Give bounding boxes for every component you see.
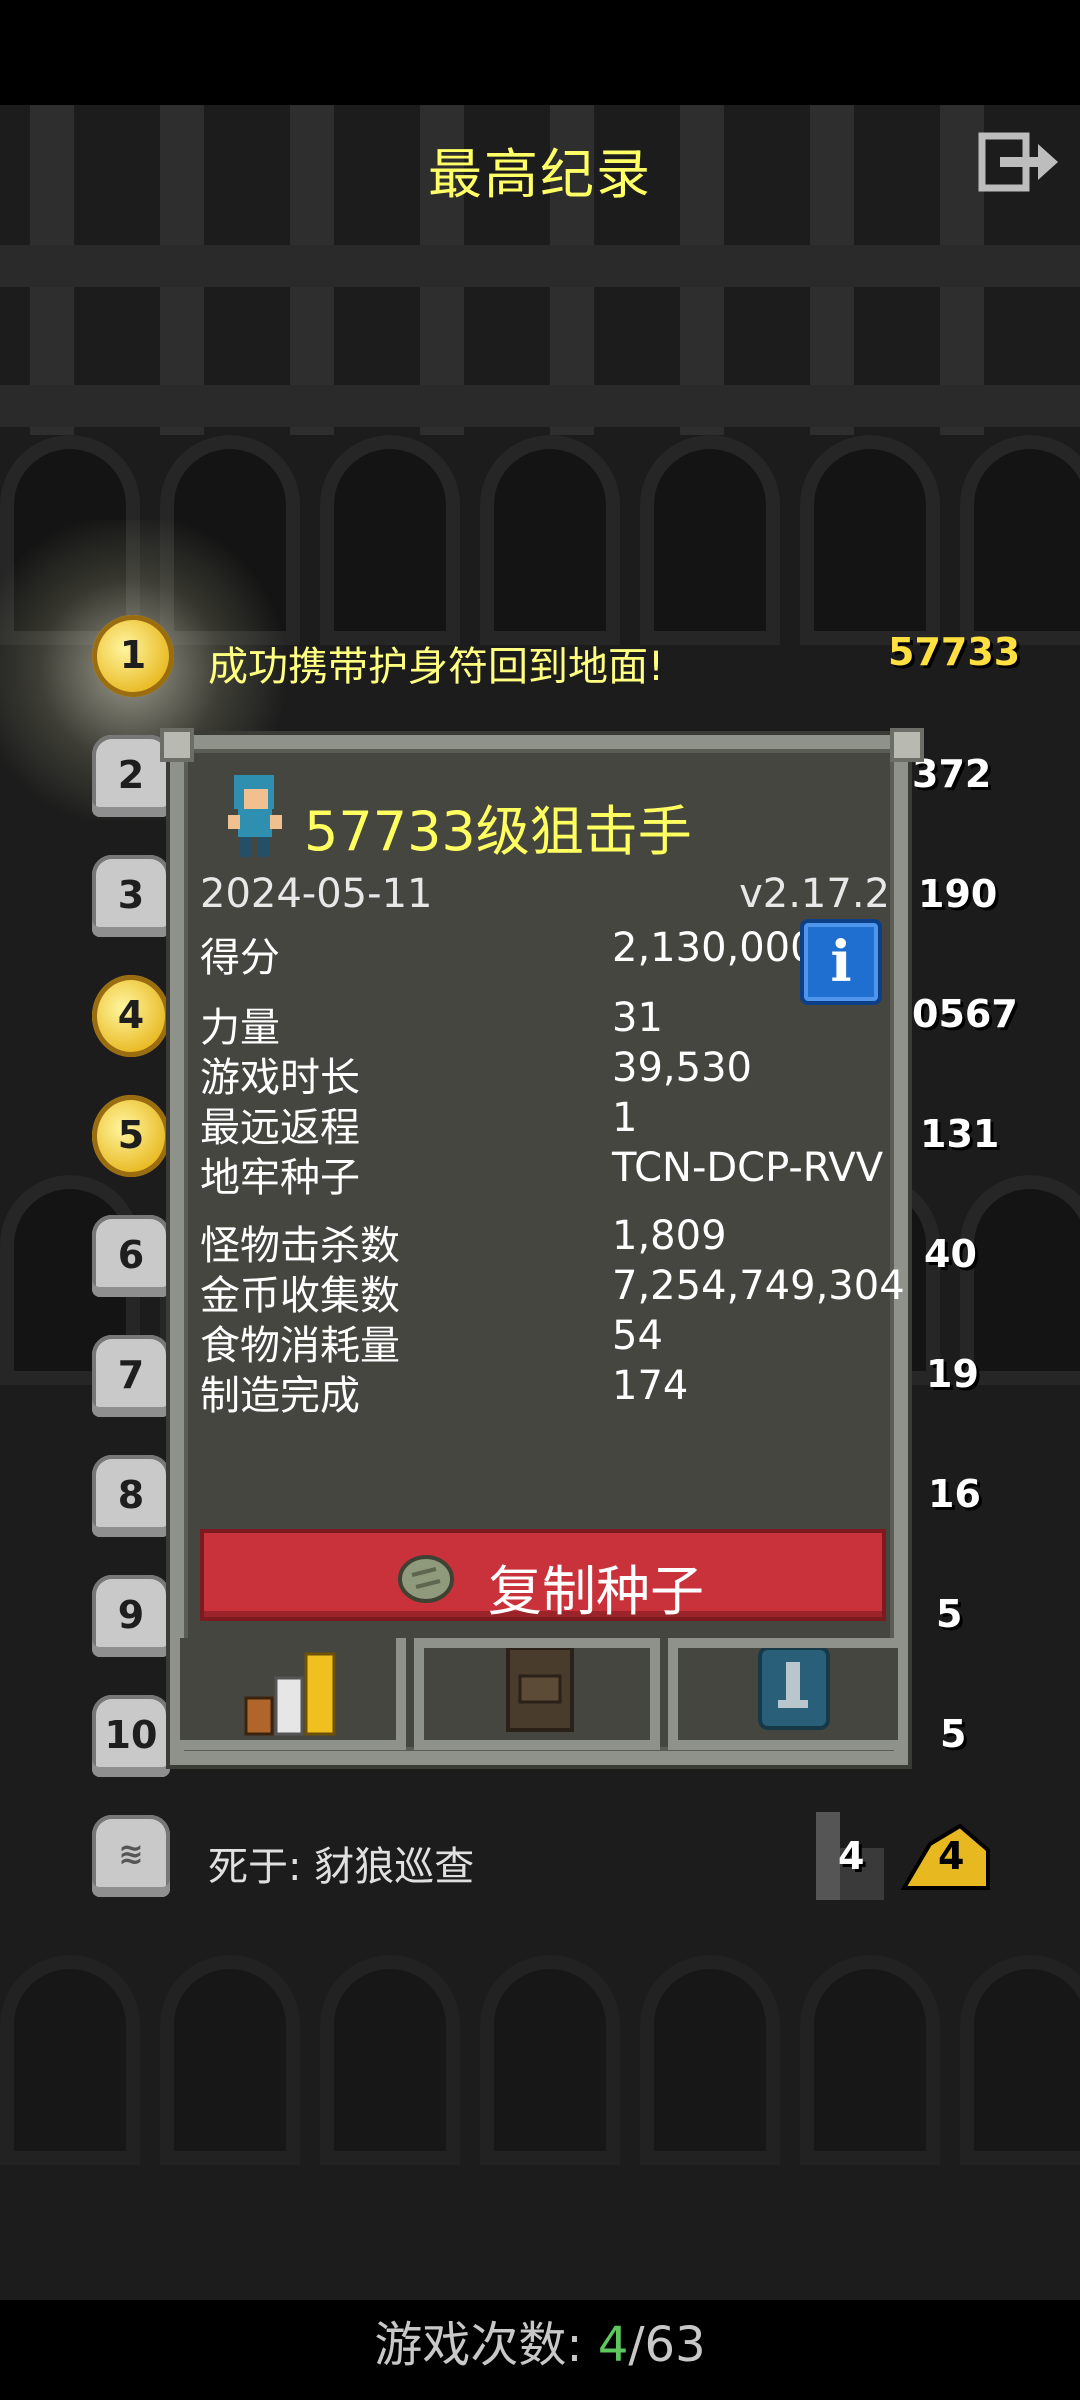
side-score: 5 bbox=[936, 1592, 963, 1636]
rank-badge-6[interactable]: 6 bbox=[92, 1215, 170, 1297]
hero-title: 57733级狙击手 bbox=[304, 800, 692, 863]
rank-badge-8[interactable]: 8 bbox=[92, 1455, 170, 1537]
stat-value-crafted: 174 bbox=[612, 1363, 689, 1409]
score-detail-popup: 57733级狙击手 2024-05-11 v2.17.2 得分 2,130,00… bbox=[170, 735, 908, 1765]
rank-badge-7[interactable]: 7 bbox=[92, 1335, 170, 1417]
side-score: 40 bbox=[924, 1232, 977, 1276]
badge-icon bbox=[758, 1648, 830, 1730]
rank-badge-2[interactable]: 2 bbox=[92, 735, 170, 817]
copy-seed-label: 复制种子 bbox=[488, 1560, 704, 1623]
popup-tab-bar bbox=[0, 1638, 908, 1768]
stat-label-crafted: 制造完成 bbox=[200, 1373, 360, 1419]
stat-value-strength: 31 bbox=[612, 995, 663, 1041]
info-button[interactable]: i bbox=[800, 919, 882, 1005]
game-version: v2.17.2 bbox=[739, 871, 890, 917]
exit-icon[interactable] bbox=[978, 130, 1060, 194]
depth-value: 4 bbox=[838, 1834, 865, 1878]
tab-inventory[interactable] bbox=[414, 1638, 660, 1750]
side-score: 16 bbox=[928, 1472, 981, 1516]
side-score: 19 bbox=[926, 1352, 979, 1396]
entry-description[interactable]: 死于: 豺狼巡查 bbox=[208, 1834, 474, 1892]
stat-value-food: 54 bbox=[612, 1313, 663, 1359]
games-count-current: 4 bbox=[597, 2317, 629, 2373]
games-count-label: 游戏次数: bbox=[374, 2317, 598, 2373]
side-score: 131 bbox=[920, 1112, 1000, 1156]
rank-badge-3[interactable]: 3 bbox=[92, 855, 170, 937]
side-score: 190 bbox=[918, 872, 998, 916]
rank-badge-1[interactable]: 1 bbox=[92, 615, 174, 697]
games-count: 游戏次数: 4/63 bbox=[0, 2305, 1080, 2375]
stat-label-score: 得分 bbox=[200, 935, 280, 981]
rank-badge-4[interactable]: 4 bbox=[92, 975, 170, 1057]
tombstone-icon[interactable]: ≋ bbox=[92, 1815, 170, 1897]
gold-value: 4 bbox=[938, 1834, 965, 1878]
arch-row bbox=[0, 1955, 1080, 2185]
wall-band bbox=[0, 385, 1080, 427]
wall-band bbox=[0, 245, 1080, 287]
game-date: 2024-05-11 bbox=[200, 871, 433, 917]
entry-score: 57733 bbox=[888, 630, 1021, 674]
stat-value-seed: TCN-DCP-RVV bbox=[612, 1145, 884, 1191]
tab-badges[interactable] bbox=[668, 1638, 908, 1750]
page-title: 最高纪录 bbox=[428, 143, 652, 206]
stats-icon bbox=[244, 1652, 336, 1736]
rank-badge-5[interactable]: 5 bbox=[92, 1095, 170, 1177]
stat-value-gold: 7,254,749,304 bbox=[612, 1263, 905, 1309]
stat-label-seed: 地牢种子 bbox=[200, 1155, 360, 1201]
seed-stone-icon bbox=[398, 1555, 454, 1603]
stat-value-duration: 39,530 bbox=[612, 1045, 752, 1091]
side-score: 5 bbox=[940, 1712, 967, 1756]
popup-corner bbox=[890, 728, 924, 762]
backpack-icon bbox=[506, 1648, 574, 1732]
copy-seed-button[interactable]: 复制种子 bbox=[200, 1529, 886, 1623]
stat-value-score: 2,130,000 bbox=[612, 925, 816, 971]
games-count-total: /63 bbox=[628, 2317, 706, 2373]
stat-value-kills: 1,809 bbox=[612, 1213, 727, 1259]
side-score: 0567 bbox=[912, 992, 1018, 1036]
popup-corner bbox=[160, 728, 194, 762]
stat-value-ascent: 1 bbox=[612, 1095, 638, 1141]
huntress-hero-icon bbox=[228, 775, 282, 857]
entry-description[interactable]: 成功携带护身符回到地面! bbox=[208, 634, 664, 692]
tab-stats[interactable] bbox=[170, 1638, 406, 1750]
